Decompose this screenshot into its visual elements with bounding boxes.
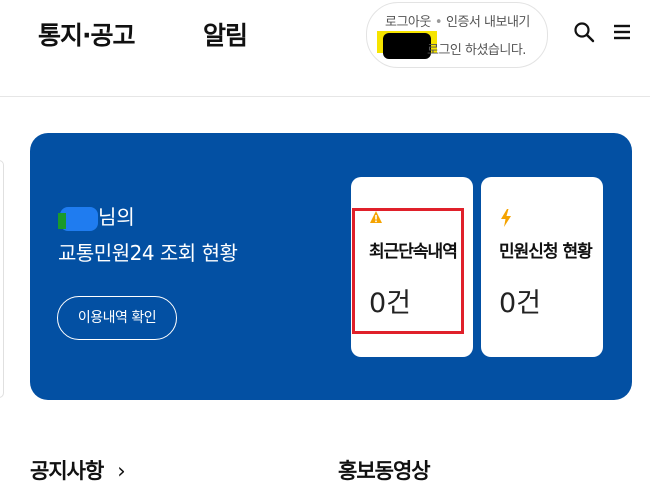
status-panel: 님의 교통민원24 조회 현황 이용내역 확인 최근단속내역 0건 민원신청 현… [30, 133, 632, 400]
logout-link[interactable]: 로그아웃 [385, 15, 431, 30]
card-label: 민원신청 현황 [499, 242, 593, 262]
export-certificate-link[interactable]: 인증서 내보내기 [446, 15, 530, 30]
notices-section-title[interactable]: 공지사항 › [30, 455, 126, 485]
redacted-user-name [58, 206, 98, 231]
promo-video-section-title[interactable]: 홍보동영상 [338, 455, 431, 485]
card-count: 0건 [499, 288, 542, 319]
login-message: 로그인 하셨습니다. [427, 43, 526, 58]
greeting-name: 님의 [58, 201, 135, 231]
usage-history-button[interactable]: 이용내역 확인 [57, 296, 177, 340]
top-header: 통지·공고 알림 로그아웃 • 인증서 내보내기 로그인 하셨습니다. [0, 0, 650, 97]
nav-notice-announcement[interactable]: 통지·공고 [38, 16, 135, 52]
greeting-suffix: 님의 [98, 205, 135, 229]
menu-icon[interactable] [610, 20, 634, 44]
previous-slide-edge [0, 160, 4, 398]
redacted-user-name [383, 33, 431, 59]
highlight-box [352, 208, 464, 334]
separator-dot: • [434, 15, 443, 30]
chevron-right-icon: › [117, 459, 125, 483]
notices-label: 공지사항 [30, 459, 104, 483]
lightning-icon [499, 209, 513, 231]
search-icon[interactable] [572, 20, 596, 44]
login-links: 로그아웃 • 인증서 내보내기 [385, 11, 530, 30]
panel-title: 교통민원24 조회 현황 [58, 241, 238, 265]
card-complaint-status[interactable]: 민원신청 현황 0건 [481, 177, 603, 357]
nav-alerts[interactable]: 알림 [203, 16, 248, 52]
login-status-box: 로그아웃 • 인증서 내보내기 로그인 하셨습니다. [366, 2, 548, 68]
